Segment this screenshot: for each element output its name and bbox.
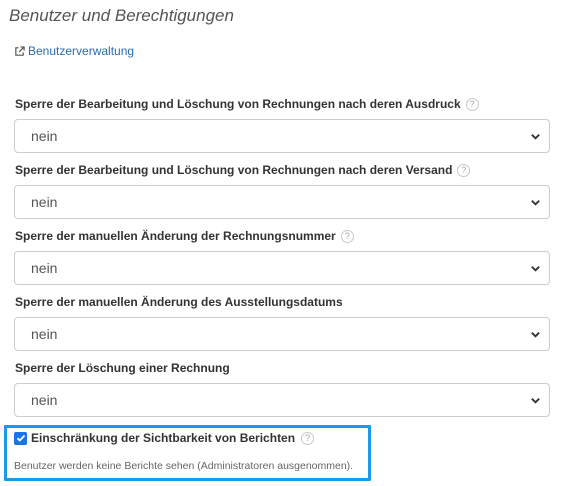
help-icon[interactable]: ? bbox=[465, 97, 479, 111]
section-title: Benutzer und Berechtigungen bbox=[9, 6, 234, 25]
chevron-down-icon bbox=[531, 331, 540, 338]
chevron-down-icon bbox=[531, 265, 540, 272]
field-label-lock-after-print: Sperre der Bearbeitung und Löschung von … bbox=[15, 97, 479, 111]
chevron-down-icon bbox=[531, 397, 540, 404]
user-management-link[interactable]: Benutzerverwaltung bbox=[14, 44, 134, 58]
select-value: nein bbox=[31, 128, 58, 144]
chevron-down-icon bbox=[531, 199, 540, 206]
select-value: nein bbox=[31, 194, 58, 210]
select-lock-after-print[interactable]: nein bbox=[14, 119, 550, 153]
select-value: nein bbox=[31, 392, 58, 408]
select-lock-after-send[interactable]: nein bbox=[14, 185, 550, 219]
field-label-lock-after-send: Sperre der Bearbeitung und Löschung von … bbox=[15, 163, 471, 177]
select-value: nein bbox=[31, 260, 58, 276]
chevron-down-icon bbox=[531, 133, 540, 140]
user-management-link-label: Benutzerverwaltung bbox=[28, 44, 135, 58]
select-lock-invoice-number[interactable]: nein bbox=[14, 251, 550, 285]
report-visibility-row: Einschränkung der Sichtbarkeit von Beric… bbox=[14, 431, 315, 445]
help-icon[interactable]: ? bbox=[340, 229, 354, 243]
external-link-icon bbox=[15, 45, 25, 56]
select-lock-issue-date[interactable]: nein bbox=[14, 317, 550, 351]
help-icon[interactable]: ? bbox=[457, 163, 471, 177]
checkmark-icon bbox=[16, 434, 25, 442]
select-value: nein bbox=[31, 326, 58, 342]
field-label-lock-delete: Sperre der Löschung einer Rechnung bbox=[15, 361, 230, 375]
help-icon[interactable]: ? bbox=[301, 431, 315, 445]
select-lock-delete[interactable]: nein bbox=[14, 383, 550, 417]
report-visibility-label[interactable]: Einschränkung der Sichtbarkeit von Beric… bbox=[31, 431, 295, 445]
field-label-lock-invoice-number: Sperre der manuellen Änderung der Rechnu… bbox=[15, 229, 354, 243]
report-visibility-checkbox[interactable] bbox=[14, 431, 27, 445]
report-visibility-hint: Benutzer werden keine Berichte sehen (Ad… bbox=[14, 460, 354, 472]
field-label-lock-issue-date: Sperre der manuellen Änderung des Ausste… bbox=[15, 295, 343, 309]
